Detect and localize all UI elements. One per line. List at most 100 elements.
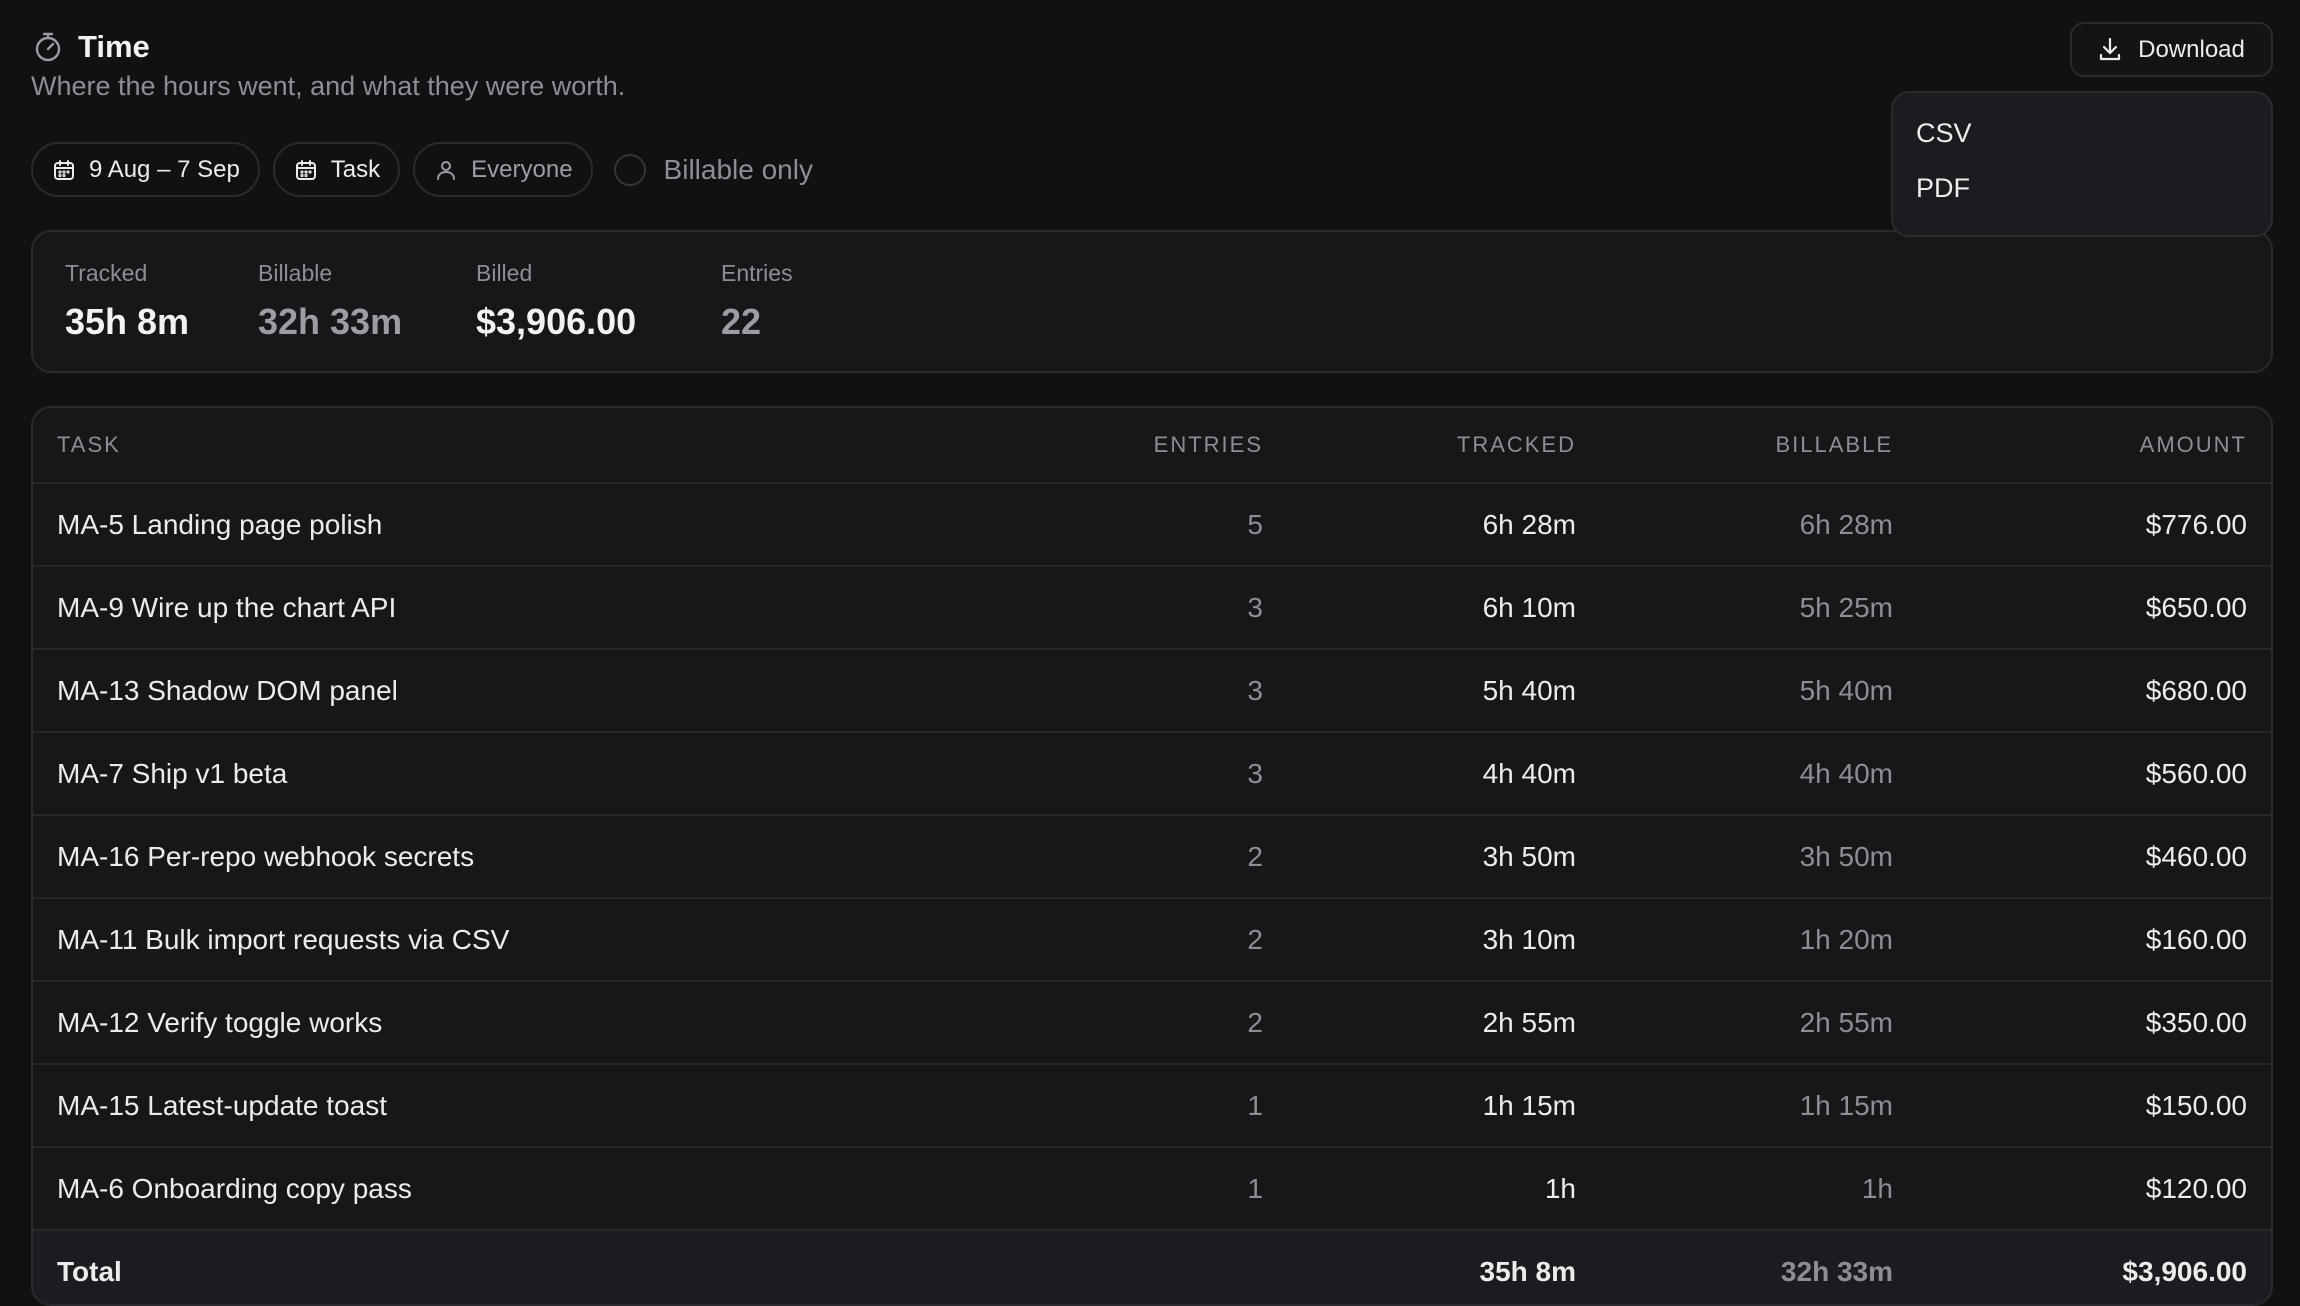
stat-billable: Billable 32h 33m: [258, 260, 402, 343]
time-by-task-table: TASK ENTRIES TRACKED BILLABLE AMOUNT MA-…: [31, 406, 2273, 1306]
stat-value: $3,906.00: [476, 301, 637, 342]
cell-amount: $120.00: [2145, 1172, 2247, 1204]
stat-value: 22: [721, 301, 762, 342]
column-header-tracked[interactable]: TRACKED: [1457, 408, 1576, 482]
cell-tracked: 3h 50m: [1482, 840, 1576, 872]
group-by-label: Task: [330, 155, 381, 183]
cell-billable: 2h 55m: [1799, 1006, 1893, 1038]
total-tracked: 35h 8m: [1479, 1255, 1577, 1287]
cell-billable: 3h 50m: [1799, 840, 1893, 872]
stat-billed: Billed $3,906.00: [476, 260, 636, 343]
cell-amount: $560.00: [2145, 757, 2247, 789]
cell-billable: 6h 28m: [1799, 508, 1893, 540]
cell-billable: 5h 25m: [1799, 591, 1893, 623]
group-by-filter[interactable]: Task: [272, 142, 401, 197]
cell-tracked: 6h 28m: [1482, 508, 1576, 540]
stat-label: Entries: [721, 260, 793, 286]
menu-item-pdf[interactable]: PDF: [1893, 156, 2271, 220]
cell-amount: $650.00: [2145, 591, 2247, 623]
cell-task: MA-9 Wire up the chart API: [57, 591, 397, 623]
stat-label: Billable: [258, 260, 333, 286]
cell-tracked: 3h 10m: [1482, 923, 1576, 955]
cell-task: MA-6 Onboarding copy pass: [57, 1172, 412, 1204]
cell-task: MA-5 Landing page polish: [57, 508, 383, 540]
column-header-amount[interactable]: AMOUNT: [2140, 408, 2247, 482]
cell-amount: $350.00: [2145, 1006, 2247, 1038]
cell-tracked: 1h: [1544, 1172, 1576, 1204]
download-label: Download: [2138, 35, 2245, 63]
table-row[interactable]: MA-13 Shadow DOM panel 3 5h 40m 5h 40m $680.…: [33, 648, 2271, 731]
cell-entries: 3: [1247, 674, 1263, 706]
table-row[interactable]: MA-15 Latest-update toast 1 1h 15m 1h 15m $1…: [33, 1063, 2271, 1146]
stat-label: Billed: [476, 260, 533, 286]
table-row[interactable]: MA-7 Ship v1 beta 3 4h 40m 4h 40m $560.00: [33, 731, 2271, 814]
user-icon: [433, 157, 459, 183]
column-header-task[interactable]: TASK: [57, 408, 121, 482]
cell-entries: 1: [1247, 1089, 1263, 1121]
table-header: TASK ENTRIES TRACKED BILLABLE AMOUNT: [33, 408, 2271, 482]
total-label: Total: [57, 1255, 122, 1287]
column-header-entries[interactable]: ENTRIES: [1154, 408, 1263, 482]
cell-entries: 2: [1247, 840, 1263, 872]
cell-billable: 4h 40m: [1799, 757, 1893, 789]
cell-entries: 5: [1247, 508, 1263, 540]
table-row[interactable]: MA-11 Bulk import requests via CSV 2 3h 10…: [33, 897, 2271, 980]
download-menu: CSV PDF: [1891, 91, 2273, 237]
cell-entries: 1: [1247, 1172, 1263, 1204]
cell-tracked: 2h 55m: [1482, 1006, 1576, 1038]
cell-task: MA-16 Per-repo webhook secrets: [57, 840, 475, 872]
table-row[interactable]: MA-16 Per-repo webhook secrets 2 3h 50m 3h …: [33, 814, 2271, 897]
billable-only-checkbox[interactable]: [613, 153, 646, 186]
title-row: Time: [31, 24, 625, 69]
cell-amount: $776.00: [2145, 508, 2247, 540]
cell-task: MA-13 Shadow DOM panel: [57, 674, 398, 706]
people-filter[interactable]: Everyone: [413, 142, 593, 197]
cell-entries: 2: [1247, 1006, 1263, 1038]
cell-entries: 2: [1247, 923, 1263, 955]
table-total-row: Total 35h 8m 32h 33m $3,906.00: [33, 1229, 2271, 1304]
date-range-label: 9 Aug – 7 Sep: [89, 155, 240, 183]
cell-billable: 1h: [1861, 1172, 1893, 1204]
page-subtitle: Where the hours went, and what they were…: [31, 71, 626, 101]
table-row[interactable]: MA-12 Verify toggle works 2 2h 55m 2h 55m $3…: [33, 980, 2271, 1063]
people-label: Everyone: [471, 155, 573, 183]
billable-only-toggle[interactable]: Billable only: [613, 153, 813, 186]
cell-tracked: 6h 10m: [1482, 591, 1576, 623]
column-header-billable[interactable]: BILLABLE: [1775, 408, 1893, 482]
menu-item-csv[interactable]: CSV: [1893, 111, 2271, 156]
billable-only-label: Billable only: [663, 153, 813, 185]
calendar-icon: [293, 157, 319, 183]
cell-task: MA-12 Verify toggle works: [57, 1006, 383, 1038]
cell-amount: $680.00: [2145, 674, 2247, 706]
date-range-filter[interactable]: 9 Aug – 7 Sep: [31, 142, 260, 197]
total-billable: 32h 33m: [1780, 1255, 1893, 1287]
cell-tracked: 1h 15m: [1482, 1089, 1576, 1121]
cell-amount: $150.00: [2145, 1089, 2247, 1121]
table-row[interactable]: MA-5 Landing page polish 5 6h 28m 6h 28m $77…: [33, 482, 2271, 565]
stat-value: 35h 8m: [65, 301, 190, 342]
cell-task: MA-15 Latest-update toast: [57, 1089, 387, 1121]
cell-billable: 5h 40m: [1799, 674, 1893, 706]
summary-stats: Tracked 35h 8m Billable 32h 33m Billed $…: [31, 230, 2273, 373]
cell-amount: $160.00: [2145, 923, 2247, 955]
cell-amount: $460.00: [2145, 840, 2247, 872]
stat-tracked: Tracked 35h 8m: [65, 260, 189, 343]
download-button[interactable]: Download: [2070, 22, 2273, 77]
cell-billable: 1h 20m: [1799, 923, 1893, 955]
cell-task: MA-7 Ship v1 beta: [57, 757, 288, 789]
cell-entries: 3: [1247, 757, 1263, 789]
stat-label: Tracked: [65, 260, 148, 286]
download-icon: [2098, 37, 2122, 63]
filter-bar: 9 Aug – 7 Sep Task Everyone Billable onl…: [31, 142, 813, 197]
stat-entries: Entries 22: [721, 260, 793, 343]
total-amount: $3,906.00: [2122, 1255, 2247, 1287]
cell-billable: 1h 15m: [1799, 1089, 1893, 1121]
table-row[interactable]: MA-9 Wire up the chart API 3 6h 10m 5h 25m $…: [33, 565, 2271, 648]
table-row[interactable]: MA-6 Onboarding copy pass 1 1h 1h $120.00: [33, 1146, 2271, 1229]
table-body: MA-5 Landing page polish 5 6h 28m 6h 28m $77…: [33, 482, 2271, 1229]
cell-task: MA-11 Bulk import requests via CSV: [57, 923, 510, 955]
calendar-icon: [51, 157, 77, 183]
cell-tracked: 4h 40m: [1482, 757, 1576, 789]
page-header: Time Where the hours went, and what they…: [31, 24, 625, 102]
page-title: Time: [78, 28, 150, 64]
